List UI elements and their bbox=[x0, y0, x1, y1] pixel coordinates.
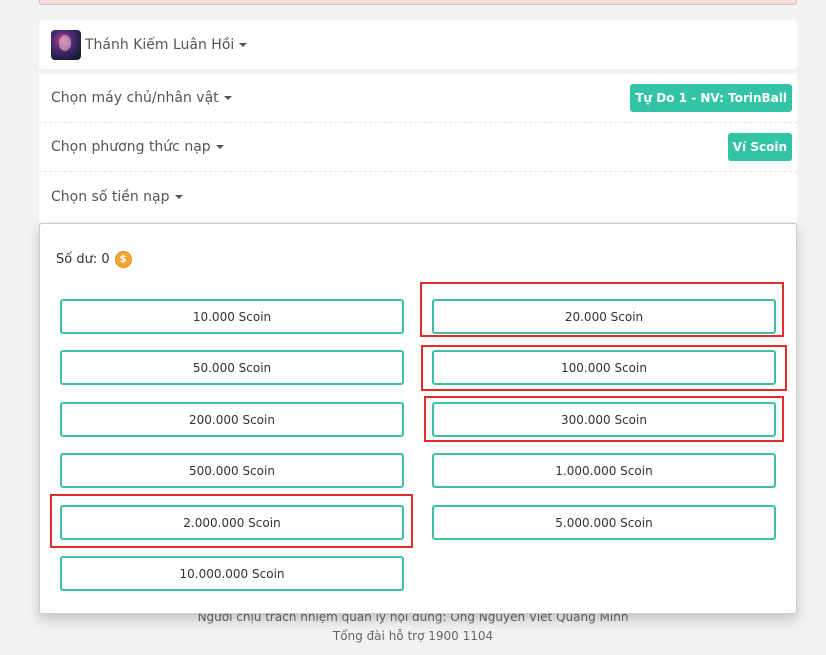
method-tag[interactable]: Ví Scoin bbox=[727, 133, 792, 161]
caret-down-icon bbox=[215, 145, 224, 149]
amount-row[interactable]: Chọn số tiền nạp bbox=[39, 172, 797, 221]
amount-20000-button[interactable]: 20.000 Scoin bbox=[432, 299, 776, 334]
game-name: Thánh Kiếm Luân Hồi bbox=[85, 37, 248, 53]
amount-dropdown: Số dư: 0 $ 10.000 Scoin 20.000 Scoin 50.… bbox=[39, 223, 797, 614]
server-tag[interactable]: Tự Do 1 - NV: TorinBall bbox=[630, 84, 792, 112]
balance: Số dư: 0 $ bbox=[56, 251, 132, 268]
amount-1000000-button[interactable]: 1.000.000 Scoin bbox=[432, 453, 776, 488]
caret-down-icon bbox=[174, 194, 183, 199]
amount-50000-button[interactable]: 50.000 Scoin bbox=[60, 350, 404, 385]
game-avatar bbox=[51, 29, 81, 60]
caret-down-icon bbox=[239, 42, 248, 47]
amount-100000-button[interactable]: 100.000 Scoin bbox=[432, 350, 776, 385]
payment-panel: Chọn máy chủ/nhân vật Tự Do 1 - NV: Tori… bbox=[39, 74, 797, 222]
amount-500000-button[interactable]: 500.000 Scoin bbox=[60, 453, 404, 488]
caret-down-icon bbox=[223, 96, 232, 100]
amount-300000-button[interactable]: 300.000 Scoin bbox=[432, 402, 776, 437]
amount-200000-button[interactable]: 200.000 Scoin bbox=[60, 402, 404, 437]
game-selector[interactable]: Thánh Kiếm Luân Hồi bbox=[39, 20, 797, 69]
footer-hotline: Tổng đài hỗ trợ 1900 1104 bbox=[332, 629, 494, 643]
amount-10000-button[interactable]: 10.000 Scoin bbox=[60, 299, 404, 334]
top-alert-bar bbox=[39, 0, 797, 5]
amount-2000000-button[interactable]: 2.000.000 Scoin bbox=[60, 505, 404, 540]
method-row[interactable]: Chọn phương thức nạp Ví Scoin bbox=[39, 123, 797, 172]
amount-5000000-button[interactable]: 5.000.000 Scoin bbox=[432, 505, 776, 540]
amount-10000000-button[interactable]: 10.000.000 Scoin bbox=[60, 556, 404, 591]
coin-icon: $ bbox=[114, 251, 132, 268]
server-row[interactable]: Chọn máy chủ/nhân vật Tự Do 1 - NV: Tori… bbox=[39, 74, 797, 123]
